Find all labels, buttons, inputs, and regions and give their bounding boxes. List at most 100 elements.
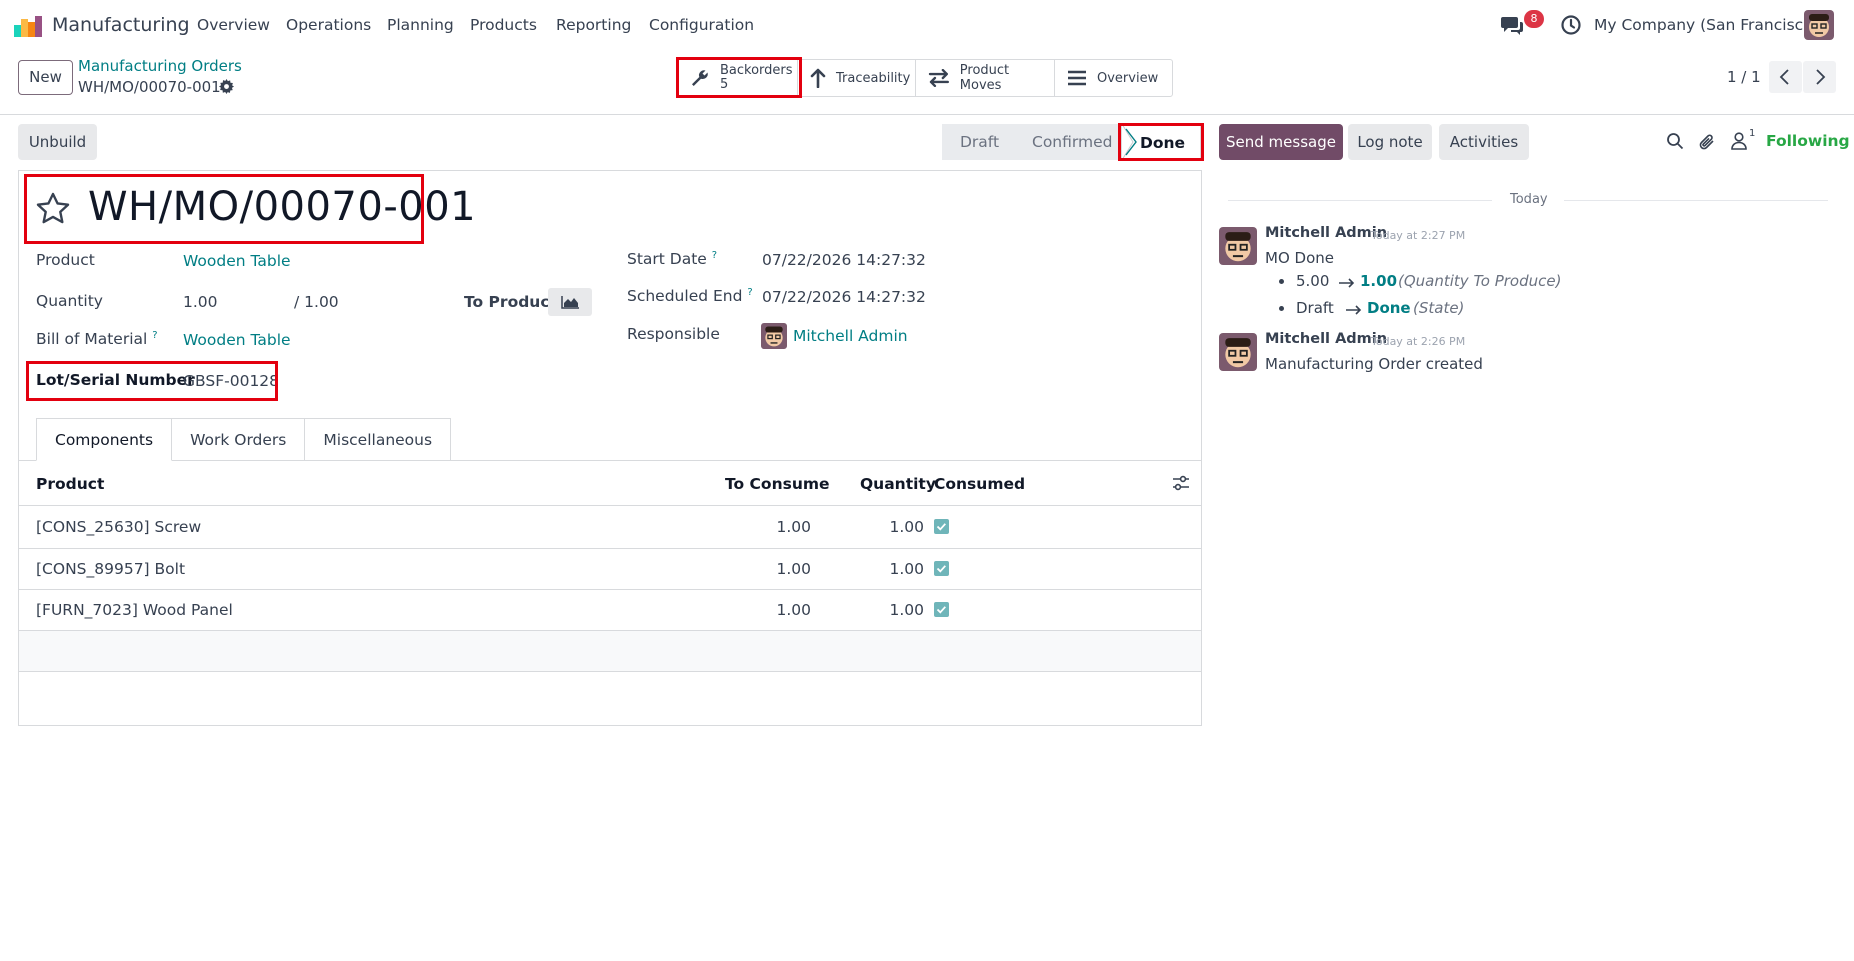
traceability-smart-button[interactable]: Traceability (798, 60, 916, 96)
product-moves-label: Product Moves (959, 63, 1010, 93)
menu-products[interactable]: Products (470, 16, 537, 34)
message-author[interactable]: Mitchell Admin (1265, 225, 1387, 241)
start-date-label-text: Start Date (627, 250, 707, 269)
gear-icon[interactable] (219, 79, 234, 94)
messaging-badge: 8 (1524, 10, 1544, 28)
menu-planning[interactable]: Planning (387, 16, 454, 34)
table-row-divider (18, 589, 1202, 590)
search-icon[interactable] (1666, 132, 1684, 150)
tracking-bullet (1279, 279, 1284, 284)
arrow-up-icon (810, 68, 826, 88)
tracking-new-value: 1.00 (1360, 272, 1398, 290)
message-avatar[interactable] (1219, 333, 1257, 371)
message-time: Today at 2:26 PM (1371, 335, 1466, 348)
scheduled-end-field[interactable]: 07/22/2026 14:27:32 (762, 288, 926, 306)
log-note-button[interactable]: Log note (1348, 124, 1432, 160)
consumed-checkbox[interactable] (934, 602, 949, 617)
messaging-icon[interactable] (1500, 14, 1524, 36)
record-title[interactable]: WH/MO/00070-001 (88, 184, 476, 230)
start-date-label: Start Date ? (627, 250, 717, 268)
responsible-avatar (761, 323, 787, 349)
user-avatar[interactable] (1804, 10, 1834, 40)
stage-done-arrow-icon (1125, 128, 1137, 156)
help-icon[interactable]: ? (747, 287, 752, 298)
column-header-product[interactable]: Product (36, 475, 104, 493)
bom-field[interactable]: Wooden Table (183, 331, 291, 349)
date-separator-line (1228, 200, 1492, 201)
status-bar: Draft Confirmed Done (942, 124, 1201, 160)
menu-operations[interactable]: Operations (286, 16, 371, 34)
pager-previous-button[interactable] (1769, 61, 1802, 93)
overview-smart-button[interactable]: Overview (1055, 60, 1172, 96)
quantity-field[interactable]: 1.00 (183, 293, 218, 311)
paperclip-icon[interactable] (1698, 132, 1716, 152)
table-row-quantity[interactable]: 1.00 (834, 518, 924, 536)
backorders-count: 5 (720, 77, 729, 92)
table-row-quantity[interactable]: 1.00 (834, 601, 924, 619)
followers-icon[interactable] (1730, 131, 1748, 151)
menu-overview[interactable]: Overview (197, 16, 270, 34)
product-moves-smart-button[interactable]: Product Moves (916, 60, 1055, 96)
pager-value[interactable]: 1 / 1 (1727, 68, 1761, 86)
table-row-product[interactable]: [FURN_7023] Wood Panel (36, 601, 233, 619)
tracking-field-name: (Quantity To Produce) (1398, 272, 1562, 290)
send-message-button[interactable]: Send message (1219, 124, 1343, 160)
lot-serial-field[interactable]: GBSF-00128 (183, 372, 279, 390)
table-row-to-consume[interactable]: 1.00 (721, 518, 811, 536)
activities-button[interactable]: Activities (1439, 124, 1529, 160)
bom-label: Bill of Material ? (36, 330, 158, 348)
chevron-right-icon (1816, 69, 1826, 85)
column-header-to-consume[interactable]: To Consume (725, 475, 830, 493)
tracking-old-value: Draft (1296, 299, 1334, 317)
start-date-field[interactable]: 07/22/2026 14:27:32 (762, 251, 926, 269)
forecast-report-button[interactable] (548, 288, 592, 316)
pager-next-button[interactable] (1803, 61, 1836, 93)
message-avatar[interactable] (1219, 227, 1257, 265)
help-icon[interactable]: ? (712, 250, 717, 261)
following-button[interactable]: Following (1766, 132, 1850, 150)
menu-configuration[interactable]: Configuration (649, 16, 754, 34)
breadcrumb-manufacturing-orders[interactable]: Manufacturing Orders (78, 57, 242, 75)
tab-miscellaneous[interactable]: Miscellaneous (305, 418, 452, 461)
bom-label-text: Bill of Material (36, 330, 148, 349)
tracking-bullet (1279, 306, 1284, 311)
chevron-left-icon (1779, 69, 1789, 85)
tab-components[interactable]: Components (36, 418, 173, 461)
column-header-quantity[interactable]: Quantity (860, 475, 936, 493)
app-name[interactable]: Manufacturing (52, 14, 190, 36)
column-header-consumed[interactable]: Consumed (934, 475, 1025, 493)
activity-clock-icon[interactable] (1560, 14, 1582, 36)
unbuild-button[interactable]: Unbuild (18, 124, 97, 160)
company-switcher[interactable]: My Company (San Francisco) (1594, 16, 1819, 34)
overview-label: Overview (1097, 70, 1159, 86)
help-icon[interactable]: ? (152, 330, 157, 341)
table-row-product[interactable]: [CONS_89957] Bolt (36, 560, 185, 578)
stage-draft[interactable]: Draft (942, 124, 1014, 160)
backorders-smart-button[interactable]: Backorders 5 (678, 60, 798, 96)
table-row-product[interactable]: [CONS_25630] Screw (36, 518, 201, 536)
optional-columns-icon[interactable] (1172, 475, 1190, 491)
new-button[interactable]: New (18, 60, 73, 95)
menu-reporting[interactable]: Reporting (556, 16, 631, 34)
product-field[interactable]: Wooden Table (183, 252, 291, 270)
star-icon[interactable] (34, 190, 72, 228)
responsible-field[interactable]: Mitchell Admin (793, 327, 908, 345)
breadcrumb-current-record: WH/MO/00070-001 (78, 78, 221, 96)
consumed-checkbox[interactable] (934, 519, 949, 534)
consumed-checkbox[interactable] (934, 561, 949, 576)
table-footer-divider (18, 671, 1202, 672)
scheduled-end-label-text: Scheduled End (627, 287, 743, 306)
stage-confirmed[interactable]: Confirmed (1014, 124, 1121, 160)
table-row-quantity[interactable]: 1.00 (834, 560, 924, 578)
table-row-to-consume[interactable]: 1.00 (721, 560, 811, 578)
message-author[interactable]: Mitchell Admin (1265, 331, 1387, 347)
table-row-to-consume[interactable]: 1.00 (721, 601, 811, 619)
manufacturing-app-icon[interactable] (14, 13, 42, 37)
quantity-label: Quantity (36, 292, 103, 310)
table-empty-row (19, 631, 1201, 671)
scheduled-end-label: Scheduled End ? (627, 287, 753, 305)
table-header-divider (18, 505, 1202, 506)
tab-work-orders[interactable]: Work Orders (172, 418, 306, 461)
area-chart-icon (561, 296, 579, 309)
notebook-tabs: Components Work Orders Miscellaneous (36, 418, 452, 461)
